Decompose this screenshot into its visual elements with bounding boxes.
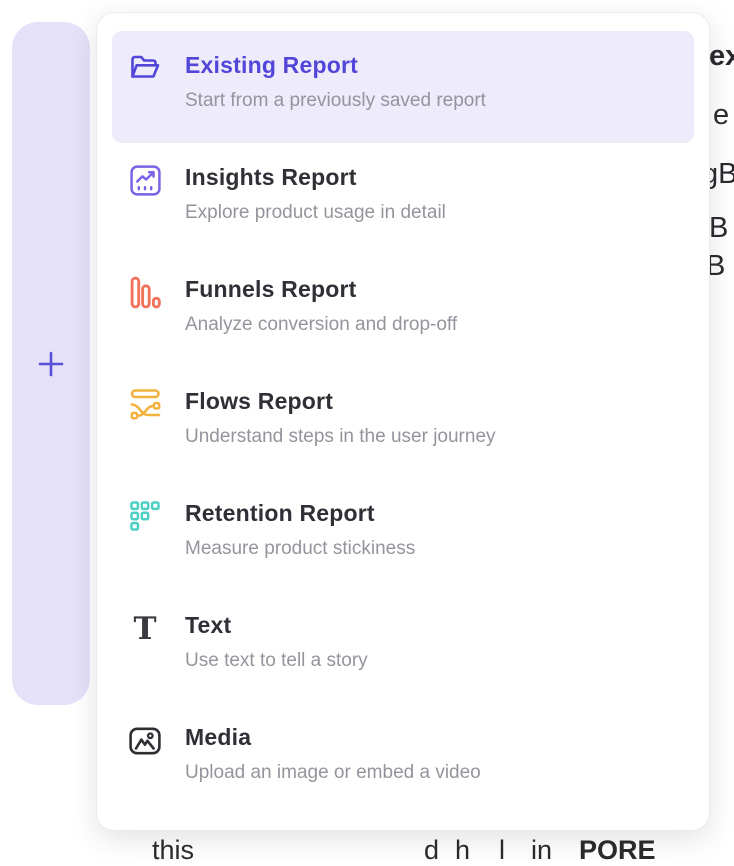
menu-item-text: Retention Report Measure product stickin… xyxy=(185,499,415,560)
flows-icon xyxy=(128,388,162,424)
board-sidebar xyxy=(12,22,90,705)
text-serif-icon: T xyxy=(128,612,162,648)
menu-item-text: Media Upload an image or embed a video xyxy=(185,723,481,784)
menu-item-text: Text Use text to tell a story xyxy=(185,611,368,672)
background-text-fragment: e xyxy=(713,99,729,132)
menu-item-title: Retention Report xyxy=(185,499,415,527)
background-text-fragment: ex xyxy=(709,40,734,73)
plus-icon xyxy=(36,349,66,379)
retention-grid-icon xyxy=(128,500,162,536)
background-text-fragment: l xyxy=(499,835,505,866)
menu-item-text: Flows Report Understand steps in the use… xyxy=(185,387,496,448)
menu-item-description: Use text to tell a story xyxy=(185,649,368,672)
insights-chart-icon xyxy=(128,164,162,200)
menu-item-retention-report[interactable]: Retention Report Measure product stickin… xyxy=(112,479,694,591)
menu-item-description: Measure product stickiness xyxy=(185,537,415,560)
folder-open-icon xyxy=(128,52,162,88)
menu-item-funnels-report[interactable]: Funnels Report Analyze conversion and dr… xyxy=(112,255,694,367)
background-text-fragment: PORE xyxy=(579,835,656,866)
menu-item-description: Upload an image or embed a video xyxy=(185,761,481,784)
background-text-fragment: B xyxy=(709,212,728,245)
menu-item-insights-report[interactable]: Insights Report Explore product usage in… xyxy=(112,143,694,255)
menu-item-text: Insights Report Explore product usage in… xyxy=(185,163,446,224)
funnel-bars-icon xyxy=(128,276,162,312)
menu-item-description: Explore product usage in detail xyxy=(185,201,446,224)
add-content-button[interactable] xyxy=(34,347,68,381)
menu-item-flows-report[interactable]: Flows Report Understand steps in the use… xyxy=(112,367,694,479)
menu-item-description: Understand steps in the user journey xyxy=(185,425,496,448)
background-text-fragment: h xyxy=(455,835,470,866)
menu-item-title: Text xyxy=(185,611,368,639)
menu-item-title: Existing Report xyxy=(185,51,486,79)
background-text-fragment: in xyxy=(531,835,552,866)
menu-item-text: Existing Report Start from a previously … xyxy=(185,51,486,112)
media-image-icon xyxy=(128,724,162,760)
menu-item-existing-report[interactable]: Existing Report Start from a previously … xyxy=(112,31,694,143)
background-text-fragment: d xyxy=(424,835,439,866)
menu-item-text-block[interactable]: T Text Use text to tell a story xyxy=(112,591,694,703)
svg-text:T: T xyxy=(133,612,156,646)
menu-item-title: Insights Report xyxy=(185,163,446,191)
menu-item-title: Funnels Report xyxy=(185,275,457,303)
menu-item-title: Flows Report xyxy=(185,387,496,415)
menu-item-title: Media xyxy=(185,723,481,751)
add-content-menu: Existing Report Start from a previously … xyxy=(96,12,710,831)
menu-item-description: Start from a previously saved report xyxy=(185,89,486,112)
menu-item-media[interactable]: Media Upload an image or embed a video xyxy=(112,703,694,815)
menu-item-description: Analyze conversion and drop-off xyxy=(185,313,457,336)
menu-item-text: Funnels Report Analyze conversion and dr… xyxy=(185,275,457,336)
background-text-fragment: this xyxy=(152,835,194,866)
